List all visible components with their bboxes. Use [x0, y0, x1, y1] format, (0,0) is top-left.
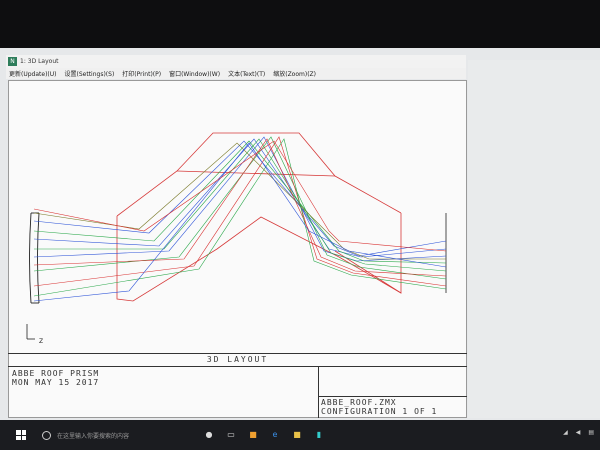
stamp-file-box: ABBE_ROOF.ZMX CONFIGURATION 1 OF 1: [318, 366, 467, 418]
menu-bar: 更新(Update)(U) 设置(Settings)(S) 打印(Print)(…: [6, 68, 466, 79]
lens-surface-1: [29, 212, 32, 304]
stamp-config: CONFIGURATION 1 OF 1: [321, 407, 438, 416]
axis-indicator: [26, 324, 35, 340]
search-placeholder: 在这里输入你要搜索的内容: [57, 432, 130, 440]
window-title: 1: 3D Layout: [20, 58, 59, 65]
lens-surface-2: [37, 212, 40, 304]
stamp-info: ABBE ROOF PRISM MON MAY 15 2017: [12, 369, 99, 387]
prism-top-edge: [116, 132, 402, 217]
layout-drawing: Z: [26, 132, 447, 345]
stamp-title: 3D LAYOUT: [8, 353, 467, 367]
edge-icon[interactable]: e: [270, 430, 280, 440]
taskbar: 在这里输入你要搜索的内容 ● ▭ ■ e ■ ▮ ◢ ◀ ▤: [0, 420, 600, 450]
stamp-file: ABBE_ROOF.ZMX: [321, 398, 397, 407]
menu-zoom[interactable]: 缩放(Zoom)(Z): [273, 69, 316, 78]
stamp-divider: [319, 396, 467, 397]
network-icon[interactable]: ◢: [563, 429, 568, 436]
rays: [33, 136, 447, 302]
store-icon[interactable]: ■: [248, 430, 258, 440]
menu-settings[interactable]: 设置(Settings)(S): [65, 69, 115, 78]
menu-window[interactable]: 窗口(Window)(W): [169, 69, 220, 78]
windows-start-icon[interactable]: [16, 430, 26, 440]
taskbar-search[interactable]: 在这里输入你要搜索的内容: [42, 428, 192, 442]
stamp-line2: MON MAY 15 2017: [12, 378, 100, 387]
lens: [29, 212, 40, 304]
file-explorer-icon[interactable]: ■: [292, 430, 302, 440]
desktop-area: [468, 60, 600, 418]
prism-bottom-edge: [116, 213, 402, 302]
menu-update[interactable]: 更新(Update)(U): [9, 69, 57, 78]
window-titlebar[interactable]: N 1: 3D Layout: [6, 55, 466, 68]
zemax-icon[interactable]: ▮: [314, 430, 324, 440]
menu-text[interactable]: 文本(Text)(T): [228, 69, 265, 78]
app-icon: N: [8, 57, 17, 66]
notification-icon[interactable]: ▤: [588, 429, 594, 436]
microphone-icon[interactable]: ●: [204, 430, 214, 440]
stamp-line1: ABBE ROOF PRISM: [12, 369, 100, 378]
menu-print[interactable]: 打印(Print)(P): [122, 69, 161, 78]
axis-label: Z: [39, 338, 43, 345]
system-tray: ◢ ◀ ▤: [563, 429, 594, 436]
task-view-icon[interactable]: ▭: [226, 430, 236, 440]
cortana-icon: [42, 430, 51, 440]
volume-icon[interactable]: ◀: [576, 429, 581, 436]
